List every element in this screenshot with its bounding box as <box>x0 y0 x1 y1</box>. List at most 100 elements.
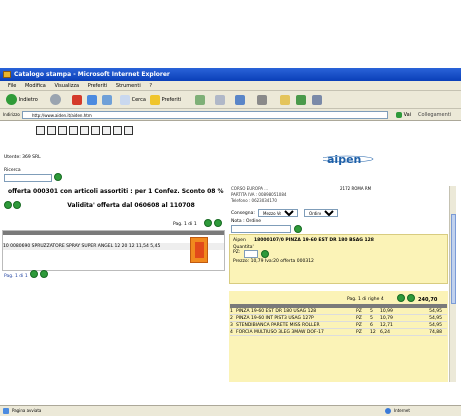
window-titlebar: Catalogo stampa - Microsoft Internet Exp… <box>0 68 461 81</box>
search-icon <box>120 94 130 105</box>
search-label: Ricerca <box>4 168 21 173</box>
print-icon[interactable] <box>36 126 45 135</box>
favorites-button[interactable]: Preferiti <box>150 94 181 106</box>
go-button[interactable]: Vai <box>396 111 411 119</box>
order-type-select[interactable]: Ordine <box>304 209 338 217</box>
bottom-next-icon[interactable] <box>40 270 48 278</box>
prev-icon[interactable] <box>4 201 12 209</box>
note-label: Nota : Ordine <box>231 219 262 224</box>
home-icon[interactable] <box>47 126 56 135</box>
address-label: Indirizzo <box>3 112 20 117</box>
stop-icon <box>72 94 82 105</box>
search-input[interactable] <box>4 174 52 182</box>
offer-title: offerta 000301 con articoli assortiti : … <box>8 188 224 195</box>
page-icon-row <box>36 126 135 138</box>
search-go-icon[interactable] <box>54 173 62 181</box>
mail-icon <box>215 94 225 105</box>
cart-rows: 1 PINZA 19-60 EST DR 180 USAG 128 PZ 5 10,99… <box>230 308 447 336</box>
detail-product-code: 18000107/0 PINZA 19-60 EST DR 180 BSAG 1… <box>254 238 374 243</box>
note-input[interactable] <box>231 225 291 233</box>
menu-favorites[interactable]: Preferiti <box>88 83 108 89</box>
menu-file[interactable]: File <box>8 83 16 89</box>
delivery-label: Consegna: <box>231 211 255 216</box>
table-header <box>3 231 224 235</box>
item-detail-panel: Aipen 18000107/0 PINZA 19-60 EST DR 180 … <box>229 234 448 284</box>
browser-toolbar: Indietro Cerca Preferiti <box>0 91 461 109</box>
ie-page-icon <box>3 71 11 78</box>
menu-help[interactable]: ? <box>149 83 152 89</box>
tools-button[interactable] <box>312 94 322 106</box>
help-icon[interactable] <box>124 126 133 135</box>
cart-prev-icon[interactable] <box>397 294 405 302</box>
delivery-select[interactable]: Mezzo Vettore <box>258 209 298 217</box>
page-prev-icon[interactable] <box>204 219 212 227</box>
back-button[interactable]: Indietro <box>6 94 38 106</box>
detail-aipen-label: Aipen <box>233 238 246 243</box>
detail-price: Prezzo: 10,79 Iva:20 offerta 000312 <box>233 259 314 264</box>
logo-text: aipen <box>327 153 361 166</box>
refresh-icon <box>87 94 97 105</box>
spray-bottle-icon <box>195 242 204 258</box>
ie-status-icon <box>3 408 9 414</box>
pz-label: PZ: <box>233 250 241 255</box>
menu-view[interactable]: Visualizza <box>54 83 79 89</box>
stop-button[interactable] <box>72 94 82 106</box>
product-image <box>190 237 208 263</box>
history-icon <box>195 94 205 105</box>
quantity-input[interactable] <box>244 250 258 258</box>
edit-icon <box>257 94 267 105</box>
cart-next-icon[interactable] <box>407 294 415 302</box>
print-icon <box>235 94 245 105</box>
refresh-button[interactable] <box>87 94 97 106</box>
list-icon[interactable] <box>113 126 122 135</box>
document-icon[interactable] <box>91 126 100 135</box>
star-icon <box>150 94 160 105</box>
table-row[interactable]: 1 PINZA 19-60 EST DR 180 USAG 128 PZ 5 10,99… <box>230 308 447 315</box>
search-button[interactable]: Cerca <box>120 94 146 106</box>
messenger-button[interactable] <box>296 94 306 106</box>
customer-info: CORSO EUROPA ... PARTITA IVA : 008980510… <box>231 186 286 204</box>
address-input[interactable]: http://www.aiden.it/aiden.htm <box>22 111 388 119</box>
window-title: Catalogo stampa - Microsoft Internet Exp… <box>14 71 170 78</box>
scrollbar-thumb[interactable] <box>451 214 456 304</box>
vertical-scrollbar[interactable] <box>449 186 456 382</box>
forward-button[interactable] <box>50 94 61 106</box>
edit-button[interactable] <box>257 94 267 106</box>
cart-icon[interactable] <box>80 126 89 135</box>
pager-bottom: Pag. 1 di 1 <box>4 274 28 279</box>
address-bar: Indirizzo http://www.aiden.it/aiden.htm … <box>0 109 461 121</box>
table-row[interactable]: 3 STENDIBIANCA PARETE MISS ROLLER PZ 6 12,71… <box>230 322 447 329</box>
go-arrow-icon <box>396 111 402 118</box>
cart-pager: Pag. 1 di righe 4 <box>347 297 384 302</box>
menu-edit[interactable]: Modifica <box>25 83 46 89</box>
save-icon[interactable] <box>69 126 78 135</box>
back-arrow-icon <box>6 94 17 105</box>
aipen-logo: aipen <box>323 153 374 166</box>
menu-tools[interactable]: Strumenti <box>116 83 141 89</box>
pager-top: Pag. 1 di 1 <box>173 222 197 227</box>
forward-arrow-icon <box>50 94 61 105</box>
folder-icon[interactable] <box>58 126 67 135</box>
folder-icon <box>280 94 290 105</box>
table-row[interactable]: 4 FORCIA MULTIUSO 3LEG 3MAW DOF-17 PZ 12 6,2… <box>230 329 447 336</box>
bottom-prev-icon[interactable] <box>30 270 38 278</box>
page-next-icon[interactable] <box>214 219 222 227</box>
customer-city: 2172 ROMA RM <box>340 186 372 191</box>
mail-button[interactable] <box>215 94 225 106</box>
status-bar: Pagina avviata Internet <box>0 405 461 416</box>
next-icon[interactable] <box>13 201 21 209</box>
table-row[interactable]: 2 PINZA 19-60 INT PIST3 USAG 127P PZ 5 10,79… <box>230 315 447 322</box>
search-icon[interactable] <box>102 126 111 135</box>
cart-panel: Pag. 1 di righe 4 240,70 1 PINZA 19-60 ES… <box>229 291 448 382</box>
menu-bar: File Modifica Visualizza Preferiti Strum… <box>0 81 461 91</box>
folder-button[interactable] <box>280 94 290 106</box>
links-button[interactable]: Collegamenti <box>418 111 451 119</box>
offer-validity: Validita' offerta dal 060608 al 110708 <box>67 202 195 209</box>
history-button[interactable] <box>195 94 205 106</box>
customer-phone: Telefono : 0623034170 <box>231 198 277 203</box>
print-button[interactable] <box>235 94 245 106</box>
add-to-cart-icon[interactable] <box>261 250 269 258</box>
home-button[interactable] <box>102 94 112 106</box>
note-confirm-icon[interactable] <box>294 225 302 233</box>
tools-icon <box>312 94 322 105</box>
